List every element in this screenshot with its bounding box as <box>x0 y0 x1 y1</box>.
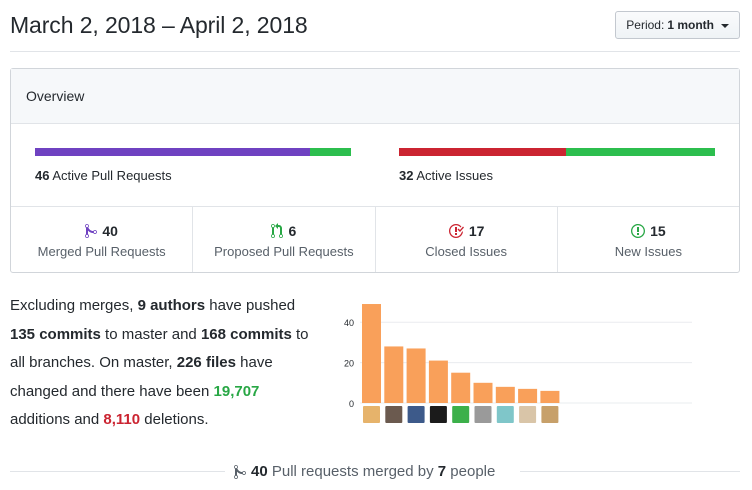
active-pull-requests-count: 46 <box>35 168 50 183</box>
open-issues-segment <box>566 148 715 156</box>
active-issues-link[interactable]: 32 Active Issues <box>399 168 493 183</box>
git-pull-request-icon <box>271 222 284 239</box>
closed-issues-count: 17 <box>468 222 485 239</box>
footer-people-count: 7 <box>437 463 447 480</box>
new-issues-label: New Issues <box>614 243 682 259</box>
period-label: Period: <box>626 18 665 32</box>
active-pull-requests-label: Active Pull Requests <box>52 168 172 183</box>
y-tick-label: 40 <box>344 318 354 328</box>
issue-opened-icon <box>631 223 646 239</box>
contributor-avatar[interactable] <box>496 406 514 423</box>
commit-bar[interactable] <box>428 360 448 403</box>
stat-merged-pull-requests[interactable]: 40 Merged Pull Requests <box>11 207 194 272</box>
overview-summary: 46 Active Pull Requests 32 Active Issues <box>11 124 739 207</box>
issue-closed-icon <box>448 223 464 239</box>
contributor-avatar[interactable] <box>474 406 492 423</box>
new-issues-count: 15 <box>650 222 666 239</box>
closed-issues-segment <box>399 148 567 156</box>
proposed-pull-requests-label: Proposed Pull Requests <box>214 243 354 259</box>
merged-pull-requests-summary-link[interactable]: 40 Pull requests merged by 7 people <box>234 463 495 480</box>
header: March 2, 2018 – April 2, 2018 Period: 1 … <box>10 0 740 52</box>
closed-issues-label: Closed Issues <box>425 243 507 259</box>
stat-new-issues[interactable]: 15 New Issues <box>558 207 739 272</box>
commit-bar[interactable] <box>473 382 493 403</box>
footer-text: people <box>446 463 496 480</box>
proposed-pull-requests-count: 6 <box>288 222 297 239</box>
period-value: 1 month <box>667 18 714 32</box>
active-issues-label: Active Issues <box>416 168 493 183</box>
summary-text: deletions. <box>140 411 209 428</box>
active-pull-requests-link[interactable]: 46 Active Pull Requests <box>35 168 172 183</box>
contributor-avatar[interactable] <box>363 406 380 423</box>
merged-pull-requests-segment <box>35 148 310 156</box>
overview-box: Overview 46 Active Pull Requests 32 Acti… <box>10 68 740 273</box>
pull-requests-progress-bar <box>35 148 351 156</box>
contributor-avatar[interactable] <box>407 406 425 423</box>
footer-text: Pull requests merged by <box>267 463 438 480</box>
caret-down-icon <box>721 23 729 28</box>
authors-count: 9 authors <box>137 297 206 314</box>
commit-bar[interactable] <box>406 348 426 403</box>
summary-text: to master and <box>100 325 201 343</box>
overview-title: Overview <box>11 69 739 124</box>
deletions-count: 8,110 <box>103 411 141 428</box>
git-merge-icon <box>234 464 246 480</box>
master-commits-count: 135 commits <box>10 325 101 343</box>
commit-bar[interactable] <box>518 388 538 403</box>
merged-pull-requests-label: Merged Pull Requests <box>37 243 166 259</box>
stat-proposed-pull-requests[interactable]: 6 Proposed Pull Requests <box>193 207 376 272</box>
commit-bar[interactable] <box>362 304 381 403</box>
contributor-avatar[interactable] <box>385 406 403 423</box>
overview-stats: 40 Merged Pull Requests 6 Proposed Pull … <box>11 207 739 272</box>
commit-bar[interactable] <box>384 346 404 403</box>
date-range-title: March 2, 2018 – April 2, 2018 <box>10 12 308 38</box>
y-tick-label: 20 <box>344 359 354 369</box>
footer-merged-count: 40 <box>251 463 268 480</box>
divider <box>520 471 740 472</box>
summary-text: Excluding merges, <box>10 297 138 314</box>
stat-closed-issues[interactable]: 17 Closed Issues <box>376 207 558 272</box>
open-pull-requests-segment <box>309 148 351 156</box>
period-dropdown-button[interactable]: Period: 1 month <box>615 11 740 39</box>
active-issues-count: 32 <box>399 168 414 183</box>
files-changed-count: 226 files <box>176 354 236 371</box>
contributor-avatar[interactable] <box>519 406 537 423</box>
divider <box>10 471 225 472</box>
merged-pull-requests-count: 40 <box>102 222 118 239</box>
git-merge-icon <box>85 223 98 239</box>
additions-count: 19,707 <box>213 382 260 400</box>
issues-progress-bar <box>399 148 715 156</box>
y-tick-label: 0 <box>349 399 354 409</box>
contributor-avatar[interactable] <box>452 406 470 423</box>
commit-bar[interactable] <box>540 390 560 403</box>
summary-text: have pushed <box>205 297 296 314</box>
commits-by-author-chart: 0 20 40 <box>344 304 692 423</box>
all-branches-commits-count: 168 commits <box>200 325 292 343</box>
summary-text: additions and <box>10 411 104 428</box>
contributor-avatar[interactable] <box>429 406 447 423</box>
contribution-summary: Excluding merges, 9 authors have pushed … <box>10 292 320 435</box>
commit-bar[interactable] <box>495 386 515 403</box>
commit-bar[interactable] <box>451 372 471 403</box>
contributor-avatar[interactable] <box>541 406 559 423</box>
